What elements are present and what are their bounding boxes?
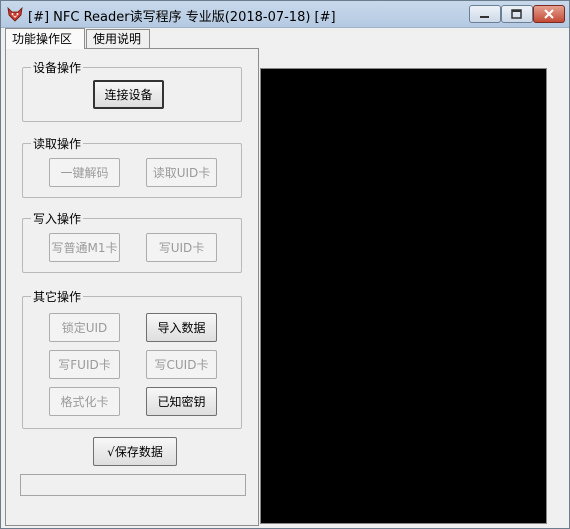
group-write-label: 写入操作 (31, 210, 84, 227)
group-other-label: 其它操作 (31, 288, 84, 305)
one-click-decode-button[interactable]: 一键解码 (49, 158, 120, 187)
close-button[interactable] (533, 5, 565, 23)
maximize-button[interactable] (501, 5, 533, 23)
save-data-button[interactable]: √保存数据 (93, 437, 177, 466)
group-device: 设备操作 连接设备 (22, 59, 242, 122)
group-read-label: 读取操作 (31, 135, 84, 152)
group-other: 其它操作 锁定UID 导入数据 写FUID卡 写CUID卡 格式化卡 已知密钥 (22, 288, 242, 429)
app-window: [#] NFC Reader读写程序 专业版(2018-07-18) [#] 功… (0, 0, 570, 529)
title-bar[interactable]: [#] NFC Reader读写程序 专业版(2018-07-18) [#] (1, 1, 569, 28)
output-display[interactable] (260, 68, 547, 524)
operations-panel: 设备操作 连接设备 读取操作 一键解码 读取UID卡 写入操作 写普通M1卡 写… (5, 48, 259, 526)
output-side-area (547, 68, 568, 524)
import-data-button[interactable]: 导入数据 (146, 313, 217, 342)
tab-operations[interactable]: 功能操作区 (5, 28, 85, 49)
minimize-button[interactable] (469, 5, 501, 23)
group-write: 写入操作 写普通M1卡 写UID卡 (22, 210, 242, 273)
close-icon (544, 9, 554, 19)
format-card-button[interactable]: 格式化卡 (49, 387, 120, 416)
known-key-button[interactable]: 已知密钥 (146, 387, 217, 416)
fox-icon (7, 6, 23, 22)
minimize-icon (480, 16, 489, 18)
connect-device-button[interactable]: 连接设备 (93, 80, 164, 109)
maximize-icon (511, 9, 522, 19)
write-cuid-card-button[interactable]: 写CUID卡 (146, 350, 217, 379)
read-uid-card-button[interactable]: 读取UID卡 (146, 158, 217, 187)
write-m1-card-button[interactable]: 写普通M1卡 (49, 233, 120, 262)
lock-uid-button[interactable]: 锁定UID (49, 313, 120, 342)
status-field (20, 474, 246, 496)
window-title: [#] NFC Reader读写程序 专业版(2018-07-18) [#] (28, 10, 336, 25)
write-uid-card-button[interactable]: 写UID卡 (146, 233, 217, 262)
group-read: 读取操作 一键解码 读取UID卡 (22, 135, 242, 198)
write-fuid-card-button[interactable]: 写FUID卡 (49, 350, 120, 379)
tab-instructions[interactable]: 使用说明 (86, 29, 150, 48)
group-device-label: 设备操作 (31, 59, 84, 76)
